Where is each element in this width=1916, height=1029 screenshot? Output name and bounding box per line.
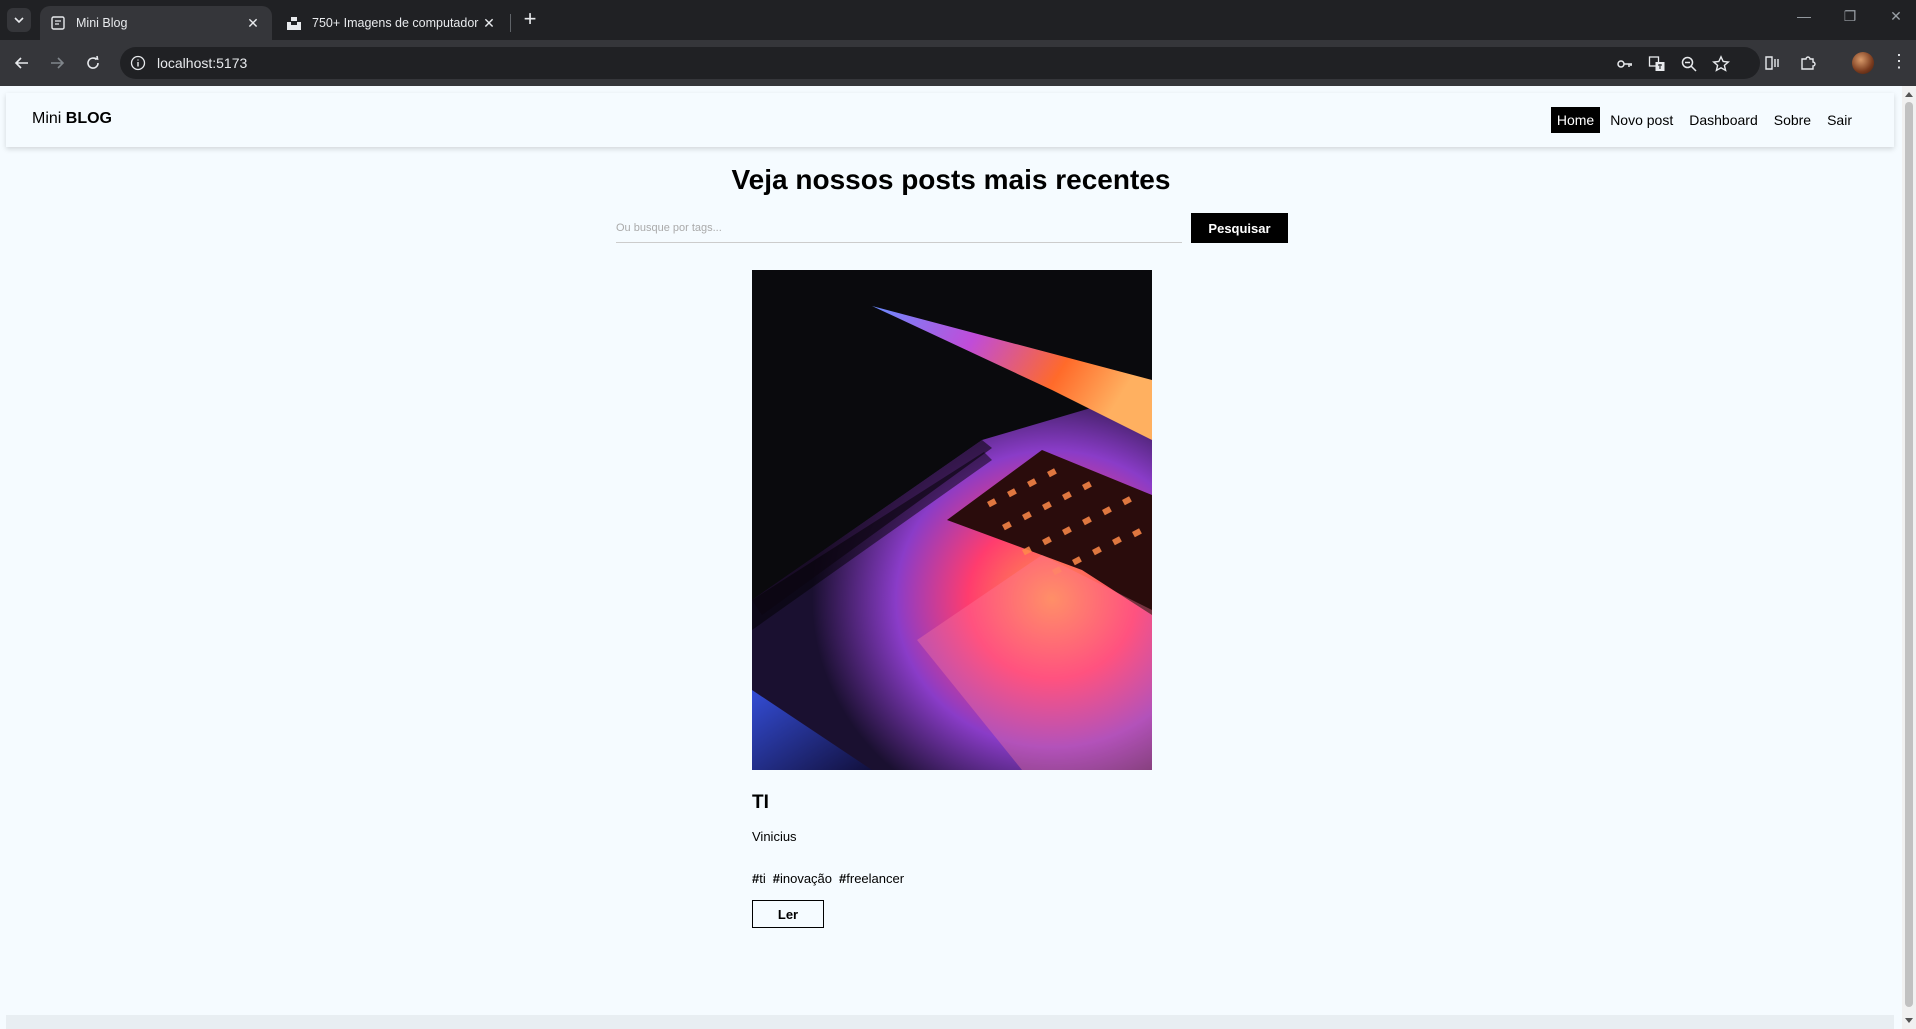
site-footer — [6, 1015, 1894, 1029]
arrow-left-icon — [14, 57, 28, 69]
translate-icon[interactable] — [1648, 55, 1666, 73]
page-icon — [51, 16, 65, 30]
post-card: TI Vinicius #ti #inovação #freelancer Le… — [752, 270, 1152, 928]
star-icon[interactable] — [1712, 55, 1730, 73]
tag-text: inovação — [779, 871, 833, 886]
site-info-icon[interactable] — [130, 55, 146, 71]
window-close-icon[interactable]: ✕ — [1884, 8, 1908, 25]
url-text: localhost:5173 — [157, 55, 248, 71]
profile-avatar[interactable] — [1852, 52, 1874, 74]
page-viewport: Mini BLOG Home Novo post Dashboard Sobre… — [0, 86, 1902, 1029]
zoom-icon[interactable] — [1680, 55, 1698, 73]
brand-strong: BLOG — [65, 110, 112, 127]
address-bar[interactable]: localhost:5173 — [120, 47, 1760, 79]
nav-home[interactable]: Home — [1550, 107, 1601, 133]
post-author: Vinicius — [752, 829, 797, 844]
nav-dashboard[interactable]: Dashboard — [1683, 107, 1764, 133]
tab-images[interactable]: 750+ Imagens de computador | ✕ — [276, 6, 508, 40]
tag-text: freelancer — [846, 871, 905, 886]
tag-item: #inovação — [772, 871, 833, 886]
post-tags: #ti #inovação #freelancer — [752, 871, 1152, 887]
search-input[interactable] — [616, 213, 1182, 243]
reload-icon — [87, 55, 99, 69]
page-scrollbar[interactable] — [1902, 86, 1916, 1029]
tag-item: #freelancer — [839, 871, 905, 886]
extension-icon[interactable] — [1762, 53, 1782, 73]
nav-new-post[interactable]: Novo post — [1604, 107, 1679, 133]
site-navbar: Mini BLOG Home Novo post Dashboard Sobre… — [6, 93, 1894, 147]
site-brand[interactable]: Mini BLOG — [32, 110, 112, 128]
browser-toolbar: localhost:5173 ⋮ — [0, 40, 1916, 86]
nav-about[interactable]: Sobre — [1768, 107, 1817, 133]
tab-search-button[interactable] — [7, 8, 31, 32]
back-button[interactable] — [10, 51, 34, 75]
post-title: TI — [752, 792, 769, 813]
close-icon[interactable]: ✕ — [480, 15, 498, 32]
close-icon[interactable]: ✕ — [244, 15, 262, 32]
search-button[interactable]: Pesquisar — [1191, 213, 1288, 243]
brand-prefix: Mini — [32, 110, 66, 127]
tag-text: ti — [759, 871, 766, 886]
tab-title: 750+ Imagens de computador | — [312, 16, 480, 30]
scroll-down-arrow[interactable] — [1905, 1018, 1913, 1023]
search-form: Pesquisar — [616, 213, 1288, 243]
unsplash-icon — [287, 17, 301, 30]
nav-links: Home Novo post Dashboard Sobre Sair — [1550, 107, 1858, 133]
forward-button[interactable] — [45, 51, 69, 75]
post-image — [752, 270, 1152, 770]
scroll-thumb[interactable] — [1905, 102, 1913, 1007]
scroll-up-arrow[interactable] — [1905, 92, 1913, 97]
tab-divider — [510, 14, 511, 32]
browser-tab-strip: Mini Blog ✕ 750+ Imagens de computador |… — [0, 0, 1916, 40]
key-icon[interactable] — [1616, 55, 1634, 73]
tab-mini-blog[interactable]: Mini Blog ✕ — [40, 6, 272, 40]
puzzle-icon[interactable] — [1798, 53, 1818, 73]
arrow-right-icon — [51, 57, 65, 69]
tab-title: Mini Blog — [76, 16, 128, 30]
minimize-icon[interactable]: — — [1792, 8, 1816, 24]
tag-item: #ti — [752, 871, 766, 886]
chevron-down-icon — [14, 17, 24, 24]
page-title: Veja nossos posts mais recentes — [731, 164, 1171, 195]
restore-icon[interactable]: ❐ — [1838, 8, 1862, 25]
reload-button[interactable] — [81, 51, 105, 75]
read-button[interactable]: Ler — [752, 900, 824, 928]
menu-icon[interactable]: ⋮ — [1890, 52, 1908, 70]
laptop-image — [752, 270, 1152, 770]
new-tab-button[interactable]: + — [518, 8, 542, 32]
nav-logout[interactable]: Sair — [1821, 107, 1858, 133]
